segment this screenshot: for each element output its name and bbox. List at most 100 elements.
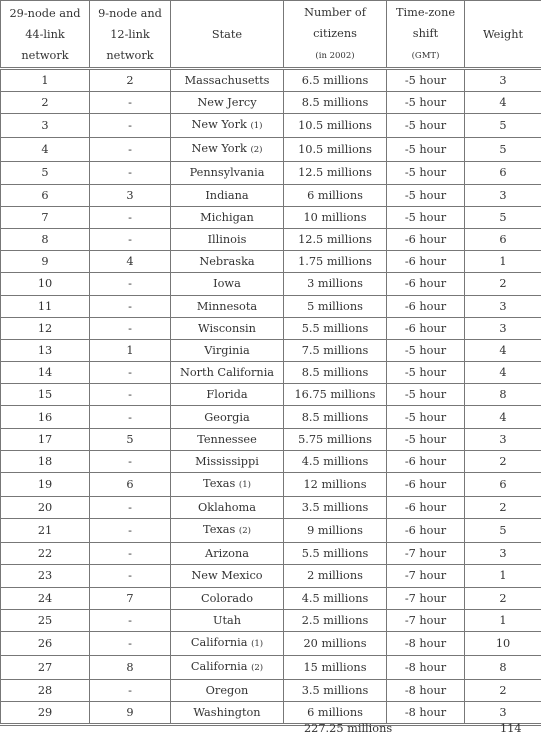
cell-state: Nebraska (171, 251, 284, 273)
header-line: 29-node and (9, 7, 80, 20)
cell-29-node: 4 (1, 138, 90, 162)
cell-weight: 2 (465, 273, 541, 295)
cell-timezone: -6 hour (387, 473, 465, 497)
cell-9-node: - (90, 317, 171, 339)
cell-weight: 5 (465, 114, 541, 138)
cell-29-node: 18 (1, 450, 90, 472)
state-name: Oregon (206, 684, 249, 697)
cell-timezone: -5 hour (387, 406, 465, 428)
cell-state: Tennessee (171, 428, 284, 450)
cell-9-node: 6 (90, 473, 171, 497)
cell-9-node: - (90, 406, 171, 428)
state-name: Virginia (204, 344, 249, 357)
cell-weight: 1 (465, 609, 541, 631)
cell-citizens: 6 millions (284, 184, 387, 206)
cell-weight: 6 (465, 473, 541, 497)
header-line: shift (413, 27, 438, 40)
header-line: citizens (313, 27, 357, 40)
cell-29-node: 25 (1, 609, 90, 631)
cell-weight: 3 (465, 295, 541, 317)
header-line: Time-zone (396, 6, 455, 19)
state-name: California (191, 636, 248, 649)
cell-29-node: 22 (1, 543, 90, 565)
cell-weight: 1 (465, 251, 541, 273)
cell-timezone: -6 hour (387, 519, 465, 543)
cell-citizens: 12.5 millions (284, 228, 387, 250)
cell-9-node: - (90, 162, 171, 184)
table-row: 247Colorado4.5 millions-7 hour2 (1, 587, 541, 609)
cell-29-node: 7 (1, 206, 90, 228)
cell-citizens: 7.5 millions (284, 339, 387, 361)
state-name: Michigan (200, 211, 254, 224)
cell-29-node: 14 (1, 362, 90, 384)
cell-29-node: 19 (1, 473, 90, 497)
header-line: 9-node and (98, 7, 162, 20)
cell-9-node: - (90, 631, 171, 655)
cell-weight: 2 (465, 450, 541, 472)
cell-timezone: -6 hour (387, 251, 465, 273)
cell-29-node: 29 (1, 702, 90, 725)
cell-citizens: 10.5 millions (284, 138, 387, 162)
header-weight: Weight (465, 1, 541, 69)
cell-weight: 4 (465, 362, 541, 384)
cell-weight: 6 (465, 228, 541, 250)
cell-state: Minnesota (171, 295, 284, 317)
total-citizens: 227.25 millions (304, 722, 392, 735)
cell-timezone: -5 hour (387, 92, 465, 114)
cell-29-node: 16 (1, 406, 90, 428)
cell-state: Arizona (171, 543, 284, 565)
cell-citizens: 12 millions (284, 473, 387, 497)
header-line: Number of (304, 6, 366, 19)
cell-citizens: 6.5 millions (284, 69, 387, 92)
cell-9-node: 4 (90, 251, 171, 273)
state-name: New Mexico (191, 569, 262, 582)
cell-timezone: -7 hour (387, 609, 465, 631)
cell-citizens: 3.5 millions (284, 497, 387, 519)
cell-9-node: - (90, 92, 171, 114)
cell-9-node: - (90, 679, 171, 701)
cell-weight: 8 (465, 384, 541, 406)
cell-9-node: - (90, 497, 171, 519)
table-row: 131Virginia7.5 millions-5 hour4 (1, 339, 541, 361)
cell-state: Utah (171, 609, 284, 631)
cell-timezone: -5 hour (387, 428, 465, 450)
cell-state: Texas (1) (171, 473, 284, 497)
cell-timezone: -8 hour (387, 702, 465, 725)
cell-weight: 5 (465, 138, 541, 162)
cell-weight: 3 (465, 184, 541, 206)
cell-weight: 2 (465, 679, 541, 701)
cell-29-node: 26 (1, 631, 90, 655)
cell-citizens: 3.5 millions (284, 679, 387, 701)
cell-citizens: 9 millions (284, 519, 387, 543)
cell-weight: 2 (465, 497, 541, 519)
cell-9-node: 1 (90, 339, 171, 361)
state-note: (1) (251, 639, 263, 649)
cell-state: Washington (171, 702, 284, 725)
cell-timezone: -5 hour (387, 384, 465, 406)
table-row: 15-Florida16.75 millions-5 hour8 (1, 384, 541, 406)
header-state: State (171, 1, 284, 69)
cell-weight: 4 (465, 406, 541, 428)
state-name: Minnesota (197, 300, 257, 313)
cell-state: North California (171, 362, 284, 384)
cell-9-node: 2 (90, 69, 171, 92)
table-row: 278California (2)15 millions-8 hour8 (1, 655, 541, 679)
state-name: Texas (203, 477, 235, 490)
cell-9-node: - (90, 609, 171, 631)
state-name: New York (192, 118, 247, 131)
cell-9-node: - (90, 228, 171, 250)
table-row: 11-Minnesota5 millions-6 hour3 (1, 295, 541, 317)
table-row: 3-New York (1)10.5 millions-5 hour5 (1, 114, 541, 138)
cell-29-node: 15 (1, 384, 90, 406)
state-name: Colorado (201, 592, 253, 605)
cell-timezone: -6 hour (387, 273, 465, 295)
cell-citizens: 1.75 millions (284, 251, 387, 273)
table-row: 21-Texas (2)9 millions-6 hour5 (1, 519, 541, 543)
cell-citizens: 5.5 millions (284, 317, 387, 339)
cell-weight: 3 (465, 428, 541, 450)
table-row: 4-New York (2)10.5 millions-5 hour5 (1, 138, 541, 162)
cell-29-node: 13 (1, 339, 90, 361)
cell-29-node: 12 (1, 317, 90, 339)
cell-timezone: -8 hour (387, 655, 465, 679)
cell-state: Pennsylvania (171, 162, 284, 184)
